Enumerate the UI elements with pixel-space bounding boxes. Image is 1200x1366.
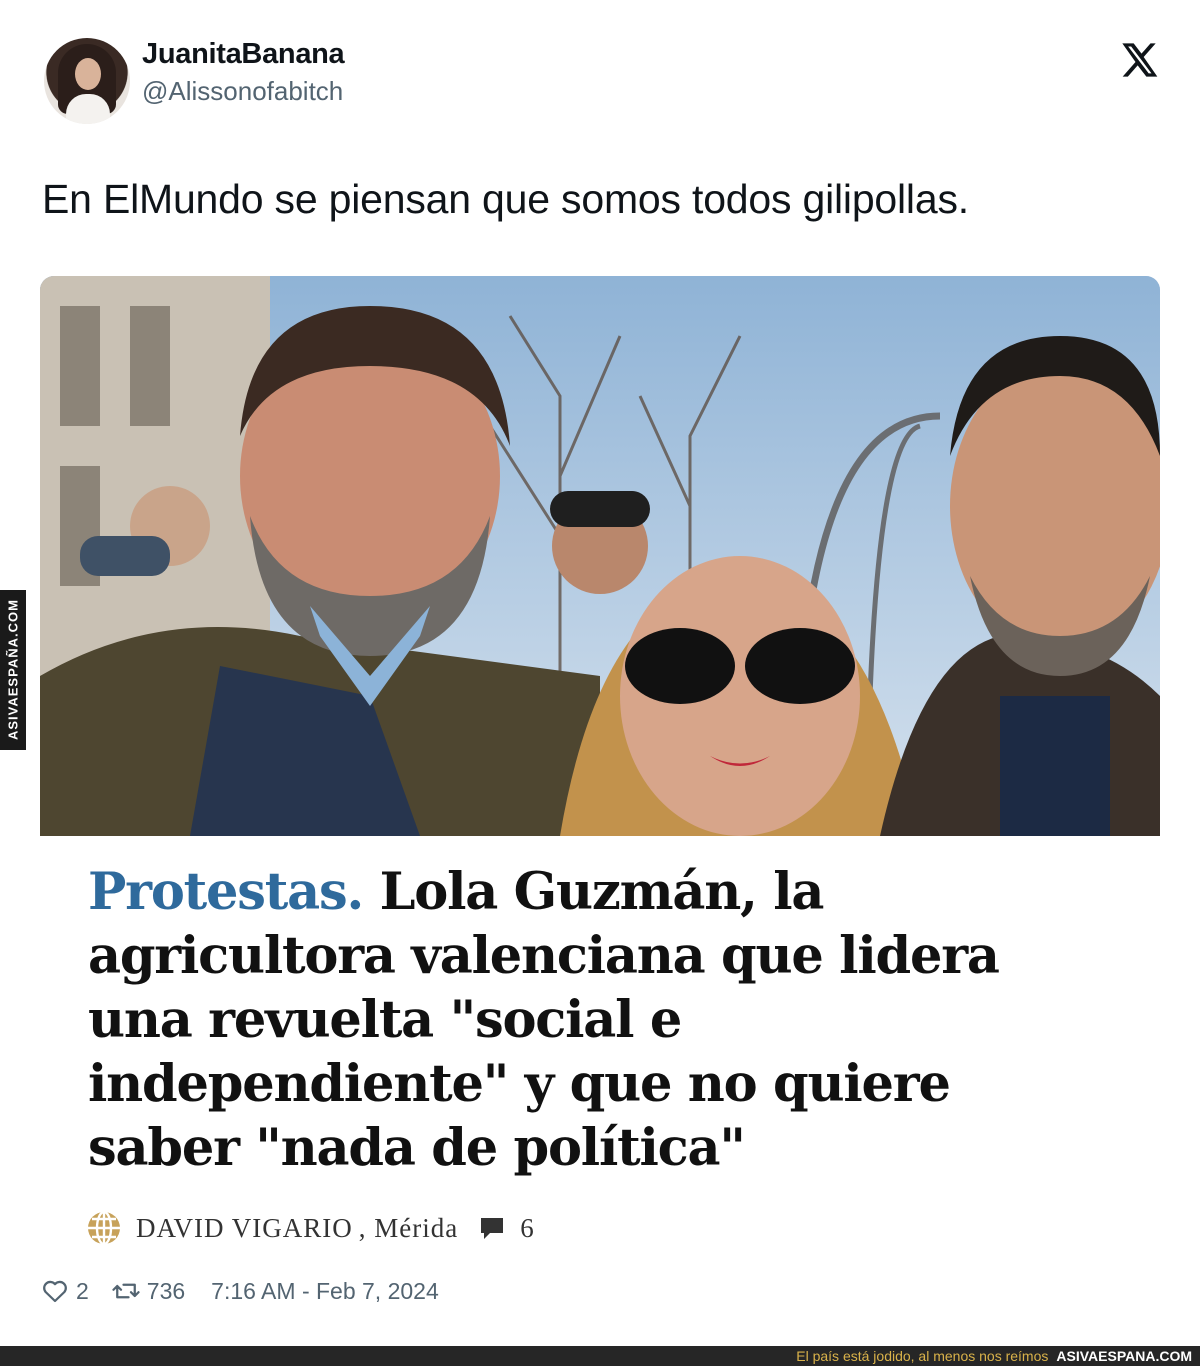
x-logo-icon[interactable] [1118,40,1160,80]
retweet-icon [112,1283,140,1299]
article-headline: Protestas. Lola Guzmán, la agricultora v… [88,860,1088,1180]
user-handle[interactable]: @Alissonofabitch [142,76,343,107]
comment-count[interactable]: 6 [520,1213,535,1244]
footer-slogan: El país está jodido, al menos nos reímos [796,1348,1049,1364]
tweet-metadata: 2 736 7:16 AM - Feb 7, 2024 [40,1276,439,1306]
photo-scene [40,276,1160,836]
comment-icon[interactable] [478,1214,506,1242]
retweet-count: 736 [146,1277,186,1304]
globe-icon [88,1210,120,1246]
avatar[interactable] [44,38,130,124]
footer-site[interactable]: ASIVAESPANA.COM [1056,1348,1192,1364]
tweet-text: En ElMundo se piensan que somos todos gi… [42,176,969,222]
byline-author: DAVID VIGARIO [136,1212,353,1243]
side-watermark: ASIVAESPAÑA.COM [0,590,26,750]
tweet-timestamp[interactable]: 7:16 AM - Feb 7, 2024 [211,1278,439,1305]
article-headline-card[interactable]: Protestas. Lola Guzmán, la agricultora v… [40,836,1160,1266]
footer-bar: El país está jodido, al menos nos reímos… [0,1346,1200,1366]
heart-icon [43,1280,67,1303]
like-count: 2 [76,1277,89,1304]
article-byline: DAVID VIGARIO , Mérida 6 [86,1208,535,1248]
byline-location: , Mérida [358,1212,459,1243]
like-button[interactable]: 2 [40,1276,89,1306]
retweet-button[interactable]: 736 [111,1276,185,1306]
tweet-photo[interactable] [40,276,1160,836]
headline-kicker: Protestas. [88,862,364,922]
display-name[interactable]: JuanitaBanana [142,38,345,71]
